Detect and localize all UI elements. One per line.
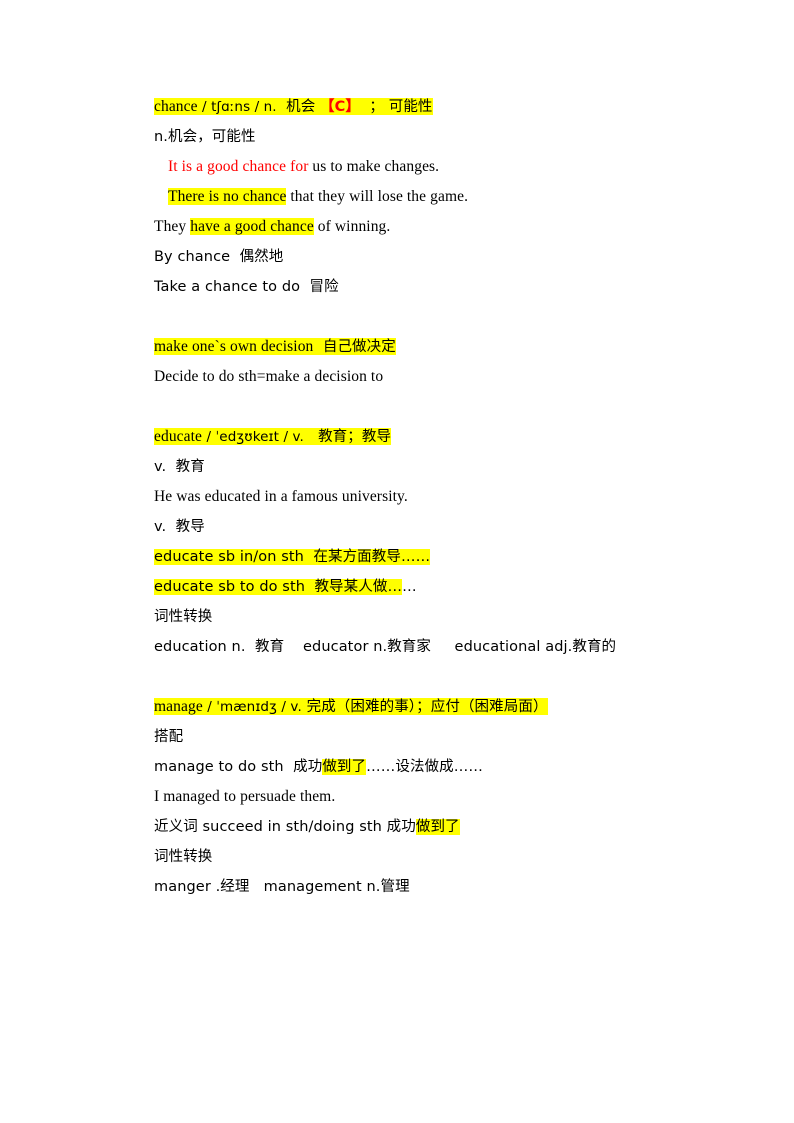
example-line-red: It is a good chance for us to make chang…	[154, 152, 714, 182]
collocation-pre: manage to do sth 成功	[154, 759, 323, 775]
collocation-line: Take a chance to do 冒险	[154, 279, 339, 295]
example-tail: of winning.	[313, 218, 391, 235]
entry-headword-make-decision: make one`s own decision 自己做决定	[154, 332, 714, 362]
synonym-highlight: 做到了	[415, 819, 460, 835]
headword-ipa: / ˈedʒʊkeɪt / v.	[206, 429, 304, 445]
headword-highlight: make one`s own decision 自己做决定	[154, 338, 396, 355]
headword-gloss-2: 可能性	[388, 99, 433, 115]
collocation-highlight: 做到了	[322, 759, 367, 775]
headword-separator: ；	[369, 99, 385, 115]
entry-headword-manage: manage / ˈmænɪdʒ / v. 完成（困难的事）；应付（困难局面）	[154, 692, 714, 722]
entry-headword-educate: educate / ˈedʒʊkeɪt / v. 教育；教导	[154, 422, 714, 452]
headword-gloss: 完成（困难的事）；应付（困难局面）	[306, 699, 548, 715]
collocation-heading: 搭配	[154, 729, 184, 745]
collocation-highlight: educate sb to do sth 教导某人做…	[154, 579, 403, 595]
collocation-line: manage to do sth 成功做到了……设法做成……	[154, 752, 714, 782]
word-form-list: education n. 教育 educator n.教育家 education…	[154, 639, 617, 655]
pos-line: v. 教导	[154, 519, 205, 535]
note-line: Decide to do sth=make a decision to	[154, 368, 384, 385]
collocation-tail: ……设法做成……	[366, 759, 483, 775]
headword-word: make one`s own decision	[154, 338, 314, 355]
collocation-highlight: educate sb in/on sth 在某方面教导……	[154, 549, 431, 565]
collocation-line: educate sb to do sth 教导某人做……	[154, 572, 714, 602]
word-form-heading: 词性转换	[154, 609, 213, 625]
document-page: chance / tʃɑːns / n. 机会 【C】 ； 可能性 n.机会，可…	[0, 0, 794, 1123]
headword-gloss: 机会	[286, 99, 316, 115]
headword-gloss: 教育；教导	[318, 429, 392, 445]
headword-word: chance	[154, 98, 198, 115]
word-form-heading: 词性转换	[154, 849, 213, 865]
countable-tag: 【C】	[320, 99, 360, 115]
example-pre: They	[154, 218, 191, 235]
document-body: chance / tʃɑːns / n. 机会 【C】 ； 可能性 n.机会，可…	[154, 92, 714, 902]
example-phrase-highlight: There is no chance	[168, 188, 287, 205]
headword-ipa: / ˈmænɪdʒ / v.	[207, 699, 302, 715]
example-line: There is no chance that they will lose t…	[154, 182, 714, 212]
collocation-line: By chance 偶然地	[154, 249, 284, 265]
example-phrase-highlight: have a good chance	[190, 218, 314, 235]
headword-gloss: 自己做决定	[322, 339, 396, 355]
synonym-line: 近义词 succeed in sth/doing sth 成功做到了	[154, 812, 714, 842]
example-tail: us to make changes.	[308, 158, 440, 175]
headword-ipa: / tʃɑːns / n.	[202, 99, 277, 115]
word-form-list: manger .经理 management n.管理	[154, 879, 410, 895]
collocation-tail: …	[402, 579, 417, 595]
synonym-pre: 近义词 succeed in sth/doing sth 成功	[154, 819, 416, 835]
entry-headword-chance: chance / tʃɑːns / n. 机会 【C】 ； 可能性	[154, 92, 714, 122]
example-line: He was educated in a famous university.	[154, 488, 408, 505]
example-phrase-red: It is a good chance for	[168, 158, 309, 175]
headword-word: manage	[154, 698, 203, 715]
collocation-line: educate sb in/on sth 在某方面教导……	[154, 542, 714, 572]
headword-highlight: chance / tʃɑːns / n. 机会 【C】 ； 可能性	[154, 98, 433, 115]
headword-word: educate	[154, 428, 203, 445]
note-line: n.机会，可能性	[154, 129, 256, 145]
headword-highlight: manage / ˈmænɪdʒ / v. 完成（困难的事）；应付（困难局面）	[154, 698, 548, 715]
example-tail: that they will lose the game.	[286, 188, 469, 205]
example-line: They have a good chance of winning.	[154, 212, 714, 242]
example-line: I managed to persuade them.	[154, 788, 336, 805]
pos-line: v. 教育	[154, 459, 205, 475]
headword-highlight: educate / ˈedʒʊkeɪt / v. 教育；教导	[154, 428, 392, 445]
